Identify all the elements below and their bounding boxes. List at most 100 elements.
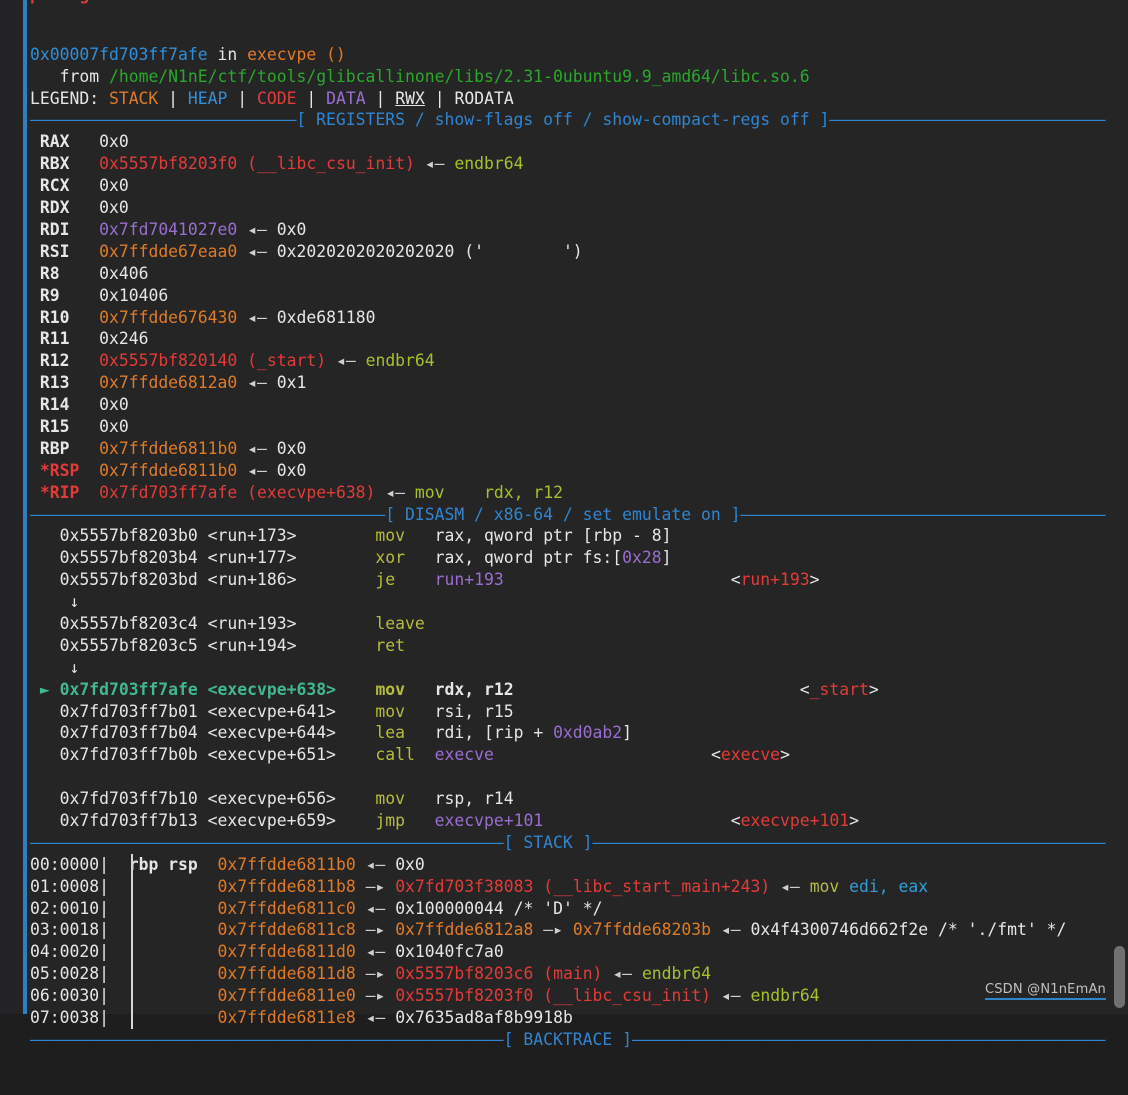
stack-regs (129, 964, 208, 983)
deref-arrow-icon: ◂— (365, 898, 386, 918)
deref-arrow-icon: —▸ (365, 986, 386, 1006)
register-row: *RIP 0x7fd703ff7afe (execvpe+638) ◂— mov… (30, 482, 1128, 504)
disasm-mnemonic: xor (375, 548, 435, 568)
disasm-branch-arrow: ↓ (69, 657, 80, 677)
legend-rodata: RODATA (454, 88, 514, 108)
disasm-symbol: <execvpe+641> (207, 701, 356, 721)
register-row: RSI 0x7ffdde67eaa0 ◂— 0x2020202020202020… (30, 241, 1128, 263)
stack-regs: rbp rsp (128, 854, 208, 874)
register-value: 0x246 (99, 329, 149, 349)
stack-value: —▸ 0x7ffdde6812a8 —▸ 0x7ffdde68203b ◂— 0… (365, 920, 1067, 940)
disasm-operands: rax, qword ptr [rbp - 8] (434, 526, 672, 546)
disasm-target-bracket: < (730, 810, 741, 830)
disasm-row: 0x7fd703ff7b10 <execvpe+656> mov rsp, r1… (30, 788, 1128, 810)
disasm-address: 0x5557bf8203bd (59, 570, 198, 590)
disasm-operands: rdx, r12 (434, 679, 514, 699)
disasm-operands: execve (434, 745, 494, 765)
stack-separator: | (99, 898, 109, 918)
disasm-branch-arrow: ↓ (69, 592, 80, 612)
backtrace-section-header: ————————————————————————————————————————… (30, 1029, 1106, 1049)
disasm-address: 0x5557bf8203c5 (59, 635, 198, 655)
register-name: RBP (39, 438, 80, 458)
disasm-operands: run+193 (434, 570, 504, 590)
disasm-row: 0x5557bf8203b0 <run+173> mov rax, qword … (30, 525, 1128, 547)
stack-row: 00:0000| rbp rsp 0x7ffdde6811b0 ◂— 0x0 (30, 854, 1128, 876)
stack-row: 03:0018| 0x7ffdde6811c8 —▸ 0x7ffdde6812a… (30, 919, 1128, 941)
register-row: R10 0x7ffdde676430 ◂— 0xde681180 (30, 307, 1128, 329)
disasm-symbol: <execvpe+659> (207, 810, 356, 830)
disasm-target: execve (720, 745, 781, 765)
disasm-operands: rdi, [rip + 0xd0ab2] (434, 723, 633, 743)
scrollbar-thumb[interactable] (1114, 946, 1125, 1008)
register-row: R9 0x10406 (30, 285, 1128, 307)
register-value: 0x0 (99, 416, 129, 436)
legend-data: DATA (326, 88, 366, 108)
register-value: 0x7ffdde6812a0 (99, 373, 238, 393)
deref-arrow-icon: ◂— (247, 460, 267, 480)
register-name: RCX (39, 176, 80, 196)
deref-arrow-icon: ◂— (247, 307, 267, 327)
register-row: RDX 0x0 (30, 197, 1128, 219)
register-value: 0x0 (99, 176, 129, 196)
stack-value: ◂— 0x7635ad8af8b9918b (365, 1008, 573, 1027)
disasm-address: 0x7fd703ff7b01 (59, 701, 198, 721)
disasm-target: run+193 (740, 570, 810, 590)
disasm-target-bracket: < (710, 745, 721, 765)
context-lines: 0x00007fd703ff7afe in execvpe () from /h… (30, 44, 1128, 1051)
stack-separator: | (99, 942, 109, 962)
stack-address: 0x7ffdde6811c0 (217, 898, 356, 918)
register-row: R14 0x0 (30, 394, 1128, 416)
vertical-scrollbar[interactable] (1112, 0, 1128, 1014)
disasm-target-bracket: > (780, 745, 790, 765)
deref-arrow-icon: —▸ (365, 964, 386, 984)
disasm-symbol: <run+173> (207, 526, 356, 546)
stack-address: 0x7ffdde6811d8 (217, 964, 356, 984)
stack-address: 0x7ffdde6811b0 (217, 854, 356, 874)
deref-arrow-icon: ◂— (335, 351, 356, 371)
disasm-address: 0x5557bf8203b0 (59, 526, 198, 546)
disasm-operands: execvpe+101 (434, 810, 544, 830)
stack-separator: | (99, 964, 109, 984)
register-deref: mov rdx, r12 (414, 482, 563, 502)
disasm-target-bracket: > (809, 570, 820, 590)
register-name: *RIP (39, 482, 80, 502)
deref-arrow-icon: ◂— (247, 438, 267, 458)
stack-index: 07:0038 (30, 1008, 100, 1027)
register-deref: 0x2020202020202020 (' ') (276, 241, 583, 261)
deref-arrow-icon: ◂— (247, 219, 267, 239)
disasm-mnemonic: mov (375, 526, 435, 546)
stack-separator: | (99, 986, 109, 1006)
register-name: R8 (39, 263, 80, 283)
stack-row: 01:0008| 0x7ffdde6811b8 —▸ 0x7fd703f3808… (30, 876, 1128, 898)
register-symbol: (execvpe+638) (237, 482, 376, 502)
stack-index: 02:0010 (30, 898, 100, 918)
disasm-mnemonic: leave (375, 613, 435, 633)
pwndbg-context: 0x00007fd703ff7afe in execvpe () from /h… (30, 0, 1128, 1049)
register-row: RAX 0x0 (30, 131, 1128, 153)
stack-separator: | (99, 854, 109, 874)
register-name: R10 (39, 307, 80, 327)
disasm-row: 0x5557bf8203c5 <run+194> ret (30, 635, 1128, 657)
stack-address: 0x7ffdde6811e8 (217, 1008, 356, 1027)
deref-arrow-icon: ◂— (247, 241, 267, 261)
register-row: RBP 0x7ffdde6811b0 ◂— 0x0 (30, 438, 1128, 460)
register-name: RAX (39, 132, 80, 152)
register-name: R14 (39, 395, 80, 415)
registers-section-header: ———————————————————————————[ REGISTERS /… (30, 110, 1106, 130)
deref-arrow-icon: ◂— (247, 373, 267, 393)
register-row: R12 0x5557bf820140 (_start) ◂— endbr64 (30, 350, 1128, 372)
stack-value: ◂— 0x1040fc7a0 (365, 942, 504, 962)
stack-address: 0x7ffdde6811e0 (217, 986, 356, 1006)
disasm-symbol: <run+194> (207, 635, 356, 655)
stack-separator: | (99, 1008, 109, 1027)
stack-separator: | (99, 876, 109, 896)
terminal-window: pwndbg> 0x00007fd703ff7afe in execvpe ()… (0, 0, 1128, 1049)
deref-arrow-icon: ◂— (720, 920, 741, 940)
disasm-target-bracket: < (730, 570, 741, 590)
register-value: 0x0 (99, 395, 129, 415)
stack-index: 03:0018 (30, 920, 100, 940)
register-value: 0x7ffdde6811b0 (99, 460, 238, 480)
register-value: 0x7ffdde676430 (99, 307, 238, 327)
register-deref: endbr64 (454, 154, 524, 174)
register-value: 0x5557bf820140 (99, 351, 238, 371)
